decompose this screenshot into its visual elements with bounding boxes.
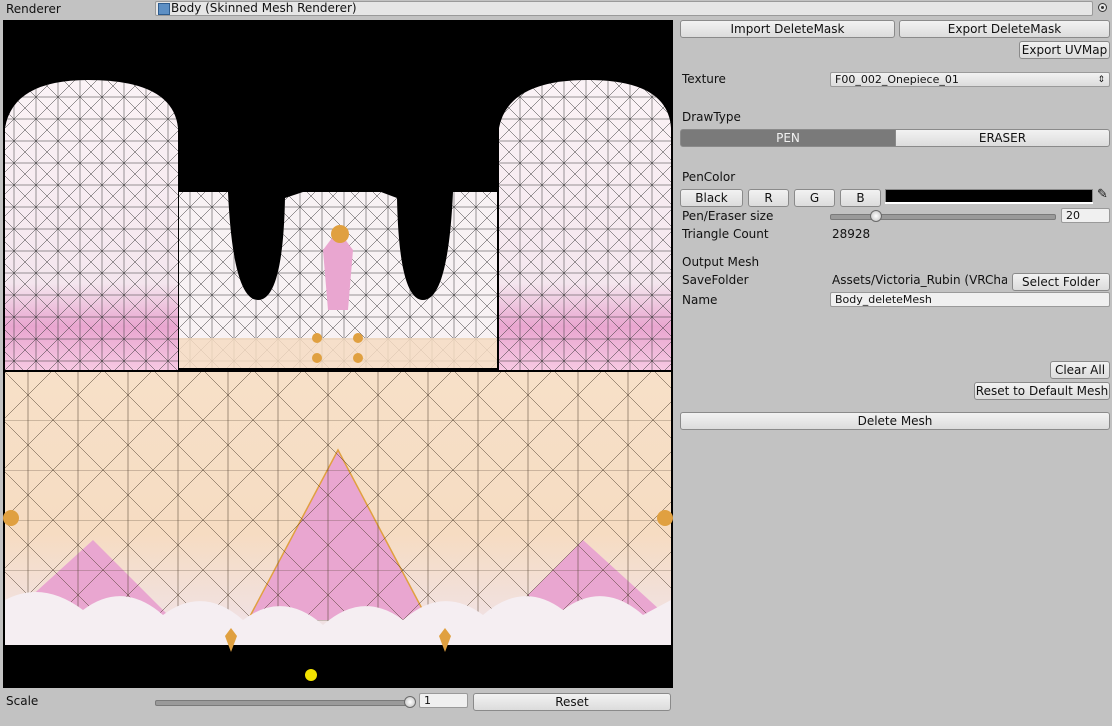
- drawtype-pen-toggle[interactable]: PEN: [680, 129, 896, 147]
- eyedropper-icon[interactable]: ✎: [1097, 188, 1109, 202]
- select-folder-button[interactable]: Select Folder: [1012, 273, 1110, 291]
- pencolor-r-button[interactable]: R: [748, 189, 789, 207]
- renderer-object-field[interactable]: Body (Skinned Mesh Renderer): [155, 1, 1093, 16]
- renderer-object-value: Body (Skinned Mesh Renderer): [171, 1, 357, 15]
- scale-reset-button[interactable]: Reset: [473, 693, 671, 711]
- export-deletemask-button[interactable]: Export DeleteMask: [899, 20, 1110, 38]
- texture-dropdown[interactable]: F00_002_Onepiece_01 ⇕: [830, 72, 1110, 87]
- uv-preview-canvas[interactable]: [3, 20, 673, 688]
- skinned-mesh-icon: [158, 3, 170, 15]
- drawtype-label: DrawType: [682, 110, 741, 124]
- texture-dropdown-value: F00_002_Onepiece_01: [835, 73, 959, 86]
- drawtype-eraser-toggle[interactable]: ERASER: [895, 129, 1110, 147]
- savefolder-value: Assets/Victoria_Rubin (VRCha: [832, 273, 1007, 287]
- scale-slider[interactable]: [155, 700, 414, 706]
- uv-map-texture: [3, 80, 673, 681]
- pen-size-label: Pen/Eraser size: [682, 209, 774, 223]
- pencolor-label: PenColor: [682, 170, 736, 184]
- scale-slider-thumb[interactable]: [404, 696, 416, 708]
- pencolor-alpha-bar: [885, 202, 1093, 204]
- pencolor-black-button[interactable]: Black: [680, 189, 743, 207]
- pencolor-swatch[interactable]: [885, 189, 1093, 203]
- pen-size-slider[interactable]: [830, 214, 1056, 220]
- clear-all-button[interactable]: Clear All: [1050, 361, 1110, 379]
- pen-size-slider-thumb[interactable]: [870, 210, 882, 222]
- name-label: Name: [682, 293, 718, 307]
- renderer-label: Renderer: [6, 2, 61, 16]
- pen-size-field[interactable]: 20: [1061, 208, 1110, 223]
- reset-default-mesh-button[interactable]: Reset to Default Mesh: [974, 382, 1110, 400]
- brush-cursor-dot: [305, 669, 317, 681]
- savefolder-label: SaveFolder: [682, 273, 749, 287]
- import-deletemask-button[interactable]: Import DeleteMask: [680, 20, 895, 38]
- output-mesh-label: Output Mesh: [682, 255, 760, 269]
- target-icon[interactable]: [1098, 3, 1107, 12]
- triangle-count-value: 28928: [832, 227, 871, 241]
- pencolor-b-button[interactable]: B: [840, 189, 881, 207]
- dropdown-arrows-icon: ⇕: [1097, 75, 1105, 85]
- scale-label: Scale: [6, 694, 39, 708]
- pencolor-g-button[interactable]: G: [794, 189, 835, 207]
- mesh-name-field[interactable]: Body_deleteMesh: [830, 292, 1110, 307]
- scale-field[interactable]: 1: [419, 693, 468, 708]
- triangle-count-label: Triangle Count: [682, 227, 769, 241]
- texture-label: Texture: [682, 72, 726, 86]
- delete-mesh-button[interactable]: Delete Mesh: [680, 412, 1110, 430]
- export-uvmap-button[interactable]: Export UVMap: [1019, 41, 1110, 59]
